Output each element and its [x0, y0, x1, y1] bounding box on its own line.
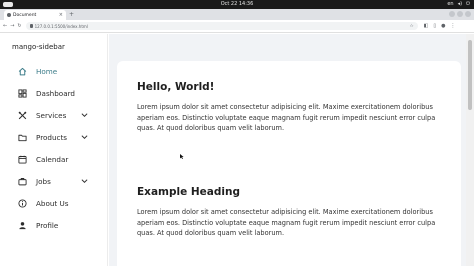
browser-tab-strip: Document × + — [0, 9, 474, 20]
folder-icon — [18, 134, 27, 141]
info-icon — [18, 198, 27, 208]
language-indicator[interactable]: en — [447, 0, 453, 9]
card-body: Lorem ipsum dolor sit amet consectetur a… — [137, 103, 436, 132]
browser-menu-icon[interactable]: ⋮ — [450, 23, 455, 29]
sidebar-item-label: Products — [36, 132, 68, 142]
sidebar-item-label: Profile — [36, 220, 59, 230]
bookmark-star-icon[interactable]: ☆ — [410, 24, 414, 29]
profile-icon[interactable]: ● — [441, 23, 445, 29]
sidebar-item-calendar[interactable]: Calendar — [0, 148, 108, 170]
card-body: Lorem ipsum dolor sit amet consectetur a… — [137, 208, 436, 237]
tab-favicon-icon — [7, 13, 11, 17]
page-scrollbar[interactable] — [466, 34, 474, 266]
sidebar-item-profile[interactable]: Profile — [0, 214, 108, 236]
address-bar[interactable]: 127.0.0.1:5500/index.html ☆ — [25, 22, 418, 30]
web-page: mango-sidebar Home Dashboard Services Pr… — [0, 34, 474, 266]
sidebar: mango-sidebar Home Dashboard Services Pr… — [0, 34, 108, 266]
card-heading: Example Heading — [137, 186, 240, 198]
home-icon — [18, 67, 27, 75]
tools-icon — [18, 111, 27, 119]
sidebar-menu: Home Dashboard Services Products Calenda… — [0, 60, 108, 236]
main-content: Hello, World! Lorem ipsum dolor sit amet… — [109, 34, 466, 266]
sidebar-item-home[interactable]: Home — [0, 60, 108, 82]
sidebar-toggle-icon[interactable]: ▯ — [433, 23, 436, 29]
extensions-icon[interactable]: ◧ — [424, 23, 429, 29]
sidebar-item-dashboard[interactable]: Dashboard — [0, 82, 108, 104]
chevron-down-icon[interactable] — [81, 178, 88, 184]
tab-title: Document — [13, 12, 37, 18]
sidebar-item-label: Dashboard — [36, 88, 75, 98]
mouse-cursor-icon — [180, 154, 184, 159]
scrollbar-thumb[interactable] — [468, 40, 472, 110]
new-tab-button[interactable]: + — [69, 10, 74, 19]
calendar-icon — [18, 155, 27, 164]
forward-icon[interactable]: → — [10, 23, 14, 29]
window-controls — [449, 11, 471, 17]
sidebar-item-label: Calendar — [36, 154, 69, 164]
system-tray[interactable]: en ◂) ⏻ — [447, 0, 470, 9]
chevron-down-icon[interactable] — [81, 134, 88, 140]
volume-icon[interactable]: ◂) — [458, 0, 462, 9]
sidebar-item-label: Home — [36, 66, 58, 76]
close-window-icon[interactable] — [465, 11, 471, 17]
close-tab-icon[interactable]: × — [59, 12, 63, 18]
minimize-icon[interactable] — [449, 11, 455, 17]
sidebar-item-label: Jobs — [36, 176, 51, 186]
sidebar-item-services[interactable]: Services — [0, 104, 108, 126]
chevron-down-icon[interactable] — [81, 112, 88, 118]
power-icon[interactable]: ⏻ — [466, 0, 470, 9]
browser-toolbar: ← → ↻ 127.0.0.1:5500/index.html ☆ ◧ ▯ ● … — [0, 20, 474, 33]
browser-tab[interactable]: Document × — [4, 10, 66, 20]
sidebar-item-label: About Us — [36, 198, 69, 208]
dashboard-icon — [18, 88, 27, 98]
sidebar-item-jobs[interactable]: Jobs — [0, 170, 108, 192]
os-top-bar: Oct 22 14:36 en ◂) ⏻ — [0, 0, 474, 9]
reload-icon[interactable]: ↻ — [17, 23, 21, 29]
briefcase-icon — [18, 177, 27, 185]
site-info-icon[interactable] — [29, 24, 33, 28]
person-icon — [19, 221, 26, 229]
maximize-icon[interactable] — [457, 11, 463, 17]
system-clock[interactable]: Oct 22 14:36 — [0, 0, 474, 9]
sidebar-item-products[interactable]: Products — [0, 126, 108, 148]
url-text[interactable]: 127.0.0.1:5500/index.html — [35, 24, 88, 29]
card-heading: Hello, World! — [137, 81, 215, 93]
sidebar-item-about-us[interactable]: About Us — [0, 192, 108, 214]
sidebar-item-label: Services — [36, 110, 67, 120]
sidebar-brand: mango-sidebar — [12, 43, 65, 51]
content-card: Example Heading Lorem ipsum dolor sit am… — [117, 166, 461, 266]
back-icon[interactable]: ← — [3, 23, 7, 29]
